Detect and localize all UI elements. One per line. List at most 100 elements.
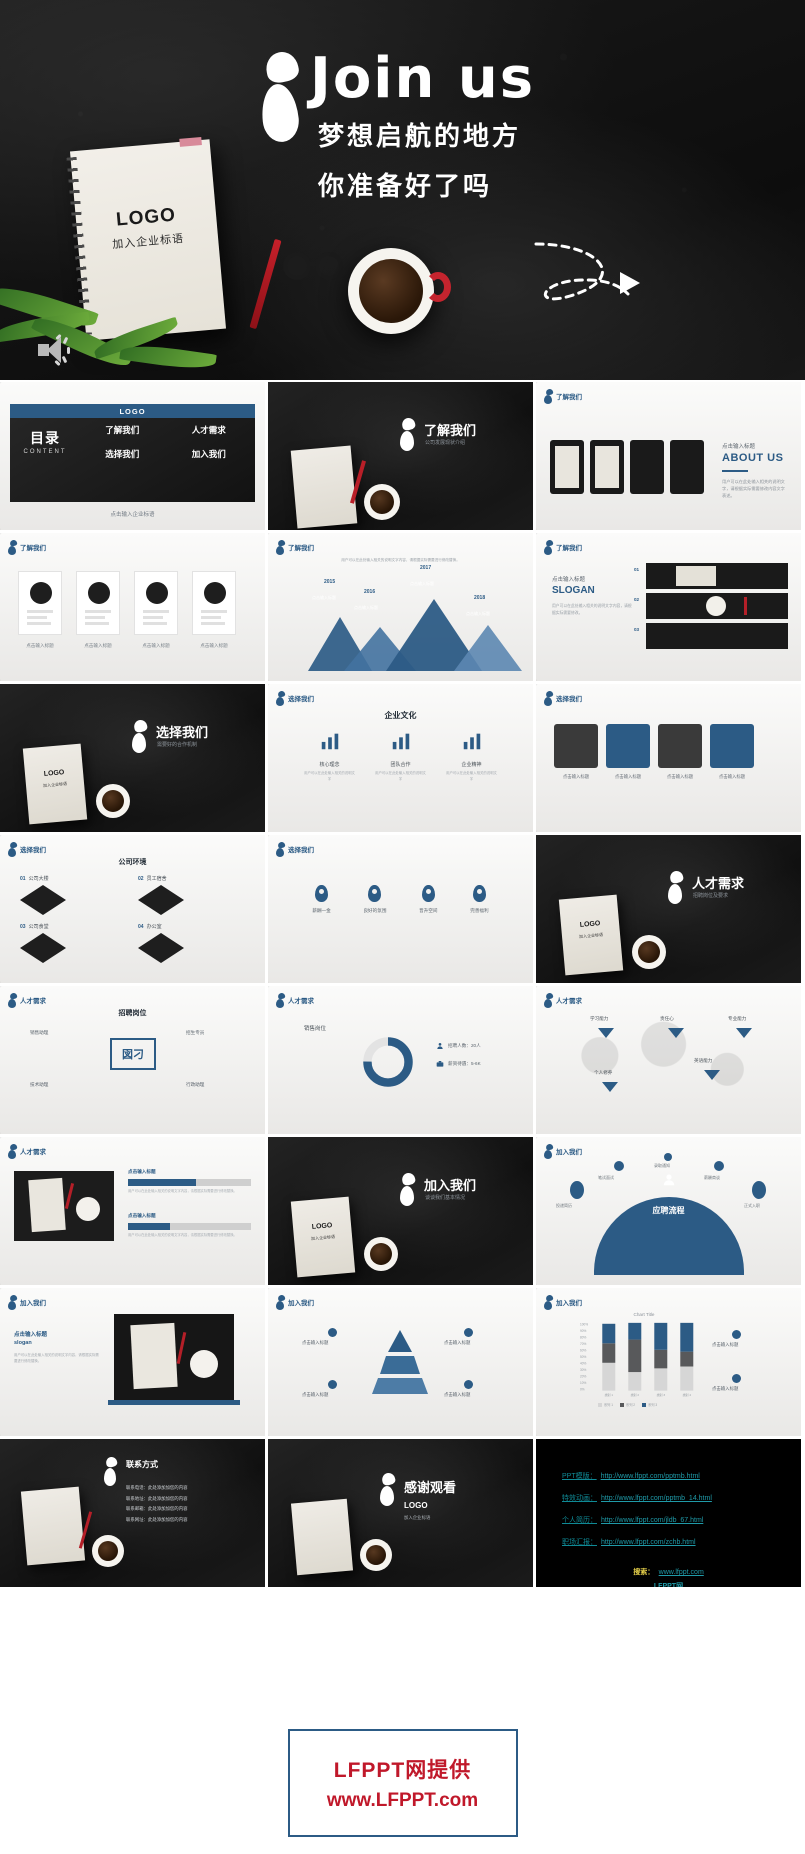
slide-tag-label: 人才需求	[288, 998, 314, 1005]
env-label: 公司食堂	[28, 924, 49, 930]
environment-item[interactable]: 03 公司食堂	[20, 923, 130, 963]
photo-card	[550, 440, 584, 494]
slide-thumb-pins[interactable]: 选择我们 薪酬一金 良好的氛围 晋升空间 完善福利	[268, 835, 533, 983]
process-step-label: 薪酬商谈	[704, 1175, 720, 1180]
card[interactable]	[192, 571, 236, 635]
slide-thumb-positions[interactable]: 人才需求 招聘岗位 図刁 销售助理 技术助理 招生专员 行政助理	[0, 986, 265, 1134]
slide-thumb-about-cover[interactable]: 了解我们 公司发展现状介绍	[268, 382, 533, 530]
slogan-number: 03	[634, 627, 640, 632]
puzzle-piece[interactable]	[554, 724, 598, 768]
puzzle-piece[interactable]	[710, 724, 754, 768]
water-drop-icon	[276, 992, 286, 1008]
puzzle-piece[interactable]	[606, 724, 650, 768]
card[interactable]	[134, 571, 178, 635]
slide-thumb-about-us[interactable]: 了解我们 点击输入标题 ABOUT US 用户可以在此处输入相关的说明文字，请根…	[536, 382, 801, 530]
link-row[interactable]: PPT模版： http://www.lfppt.com/pptmb.html	[562, 1471, 712, 1481]
water-drop-icon	[400, 416, 417, 452]
contact-line: 联系邮箱：此处添加加您的内容	[126, 1506, 188, 1512]
culture-item-label: 企业精神	[461, 762, 482, 768]
slide-thumb-chart[interactable]: 加入我们 Chart Title 100% 90% 80% 70% 60% 50% 40…	[536, 1288, 801, 1436]
triangle-marker	[704, 1070, 720, 1080]
timeline-flag-label: 点击输入标题	[312, 595, 336, 600]
pin-item[interactable]: 完善福利	[470, 885, 489, 914]
slide-thumb-choose-cover[interactable]: 选择我们 需要好的合作机制 LOGO 加入企业标语	[0, 684, 265, 832]
card[interactable]	[76, 571, 120, 635]
slide-tag: 选择我们	[544, 690, 582, 706]
culture-item[interactable]: 企业精神 用户可以在此处输入相关的说明文字	[446, 730, 498, 783]
position-label: 技术助理	[30, 1082, 49, 1087]
slide-thumb-toc[interactable]: LOGO 目录 CONTENT 了解我们 人才需求 选择我们 加入我们 点击输入…	[0, 382, 265, 530]
slogan-number: 02	[634, 597, 640, 602]
thumb-row: 加入我们 点击输入标题 slogan 用户可以在此处输入相关的说明文字内容，请根…	[0, 1288, 805, 1436]
slide-thumb-about-cards[interactable]: 了解我们 点击输入标题 点击输入标题 点击输入标题 点击输入标题	[0, 533, 265, 681]
slide-thumb-talent-cover[interactable]: 人才需求 招聘岗位及要求 LOGO 加入企业标语	[536, 835, 801, 983]
hero-title: Join us	[310, 46, 536, 111]
card[interactable]	[18, 571, 62, 635]
join-slogan-body: 用户可以在此处输入相关的说明文字内容，请根据实际需要进行修改替换。	[14, 1353, 99, 1364]
environment-item[interactable]: 01 公司大楼	[20, 875, 130, 915]
location-pin-icon	[472, 885, 486, 902]
speaker-icon[interactable]	[38, 333, 72, 367]
briefcase-icon	[436, 1061, 444, 1067]
link-row[interactable]: 职场汇报： http://www.lfppt.com/zchb.html	[562, 1537, 712, 1547]
donut-chart	[363, 1037, 413, 1087]
photo-strip	[646, 563, 788, 589]
slide-thumb-puzzle[interactable]: 选择我们 点击输入标题 点击输入标题 点击输入标题 点击输入标题	[536, 684, 801, 832]
pin-item[interactable]: 薪酬一金	[312, 885, 331, 914]
slide-thumb-donut[interactable]: 人才需求 销售岗位 招聘人数：20人 薪资待遇：5-6K	[268, 986, 533, 1134]
svg-text:40%: 40%	[580, 1362, 586, 1366]
coffee-cup-prop	[348, 248, 434, 334]
slide-thumb-timeline[interactable]: 了解我们 用户可以在此处输入相关的说明文字内容，请根据实际需要进行修改替换。 2…	[268, 533, 533, 681]
slide-tag: 人才需求	[8, 1143, 46, 1159]
slogan-body: 用户可以在此处输入相关的说明文字内容，请根据实际需要修改。	[552, 604, 632, 615]
link-label: 职场汇报：	[562, 1539, 597, 1546]
slide-tag-label: 加入我们	[20, 1300, 46, 1307]
slide-thumb-culture[interactable]: 选择我们 企业文化 核心理念 用户可以在此处输入相关的说明文字 团队合作 用户可…	[268, 684, 533, 832]
process-step-label: 录取通知	[654, 1163, 670, 1168]
coffee-cup-prop	[364, 1237, 398, 1271]
toc-item[interactable]: 加入我们	[169, 448, 250, 460]
slide-thumb-join-slogan[interactable]: 加入我们 点击输入标题 slogan 用户可以在此处输入相关的说明文字内容，请根…	[0, 1288, 265, 1436]
link-url[interactable]: http://www.lfppt.com/jldb_67.html	[601, 1517, 703, 1524]
funnel-node	[464, 1380, 473, 1389]
process-node	[614, 1161, 624, 1171]
slide-tag: 了解我们	[8, 539, 46, 555]
pin-item[interactable]: 良好的氛围	[363, 885, 386, 914]
toc-item[interactable]: 人才需求	[169, 424, 250, 436]
legend-entry: 系列 1	[598, 1402, 613, 1407]
slide-thumb-join-cover[interactable]: 加入我们 谈谈我们基本情况 LOGO 加入企业标语	[268, 1137, 533, 1285]
slide-thumb-links[interactable]: PPT模版： http://www.lfppt.com/pptmb.html 特…	[536, 1439, 801, 1587]
slide-thumb-slogan[interactable]: 了解我们 点击输入标题 SLOGAN 用户可以在此处输入相关的说明文字内容，请根…	[536, 533, 801, 681]
link-row[interactable]: 特效动画： http://www.lfppt.com/pptmb_14.html	[562, 1493, 712, 1503]
search-site[interactable]: LFPPT网	[536, 1581, 801, 1587]
center-box: 図刁	[110, 1038, 156, 1070]
slide-thumb-environment[interactable]: 选择我们 公司环境 01 公司大楼 02 员工宿舍 03 公司食堂 04 办公室	[0, 835, 265, 983]
position-label: 招生专员	[186, 1030, 205, 1035]
slide-thumb-funnel[interactable]: 加入我们 点击输入标题 点击输入标题 点击输入标题 点击输入标题	[268, 1288, 533, 1436]
card-label: 点击输入标题	[200, 643, 228, 648]
link-row[interactable]: 个人简历： http://www.lfppt.com/jldb_67.html	[562, 1515, 712, 1525]
slide-thumb-skills[interactable]: 人才需求 学习能力 责任心 专业能力 英语能力 个人修养	[536, 986, 801, 1134]
link-url[interactable]: http://www.lfppt.com/pptmb.html	[601, 1473, 700, 1480]
environment-item[interactable]: 04 办公室	[138, 923, 248, 963]
water-drop-icon	[544, 1143, 554, 1159]
puzzle-piece[interactable]	[658, 724, 702, 768]
slogan-number: 01	[634, 567, 640, 572]
toc-item[interactable]: 了解我们	[82, 424, 163, 436]
culture-item[interactable]: 核心理念 用户可以在此处输入相关的说明文字	[304, 730, 356, 783]
chart-bar-icon	[392, 733, 409, 750]
link-url[interactable]: http://www.lfppt.com/pptmb_14.html	[601, 1495, 712, 1502]
environment-item[interactable]: 02 员工宿舍	[138, 875, 248, 915]
triangle-marker	[668, 1028, 684, 1038]
search-url[interactable]: www.lfppt.com	[659, 1569, 704, 1576]
donut-stat: 招聘人数：20人	[436, 1042, 481, 1050]
slide-thumb-contact[interactable]: 联系方式 联系电话：此处添加加您的内容 联系地址：此处添加加您的内容 联系邮箱：…	[0, 1439, 265, 1587]
slide-thumb-thanks[interactable]: 感谢观看 LOGO 加入企业标语	[268, 1439, 533, 1587]
toc-item[interactable]: 选择我们	[82, 448, 163, 460]
culture-item[interactable]: 团队合作 用户可以在此处输入相关的说明文字	[375, 730, 427, 783]
photo-card	[670, 440, 704, 494]
slide-thumb-process[interactable]: 加入我们 应聘流程 投递简历 笔试面试 录取通知 薪酬商谈 正式入职	[536, 1137, 801, 1285]
pin-item[interactable]: 晋升空间	[419, 885, 438, 914]
link-url[interactable]: http://www.lfppt.com/zchb.html	[601, 1539, 696, 1546]
slide-thumb-bars[interactable]: 人才需求 点击输入标题 用户可以在此处输入相关的说明文字内容，请根据实际需要进行…	[0, 1137, 265, 1285]
